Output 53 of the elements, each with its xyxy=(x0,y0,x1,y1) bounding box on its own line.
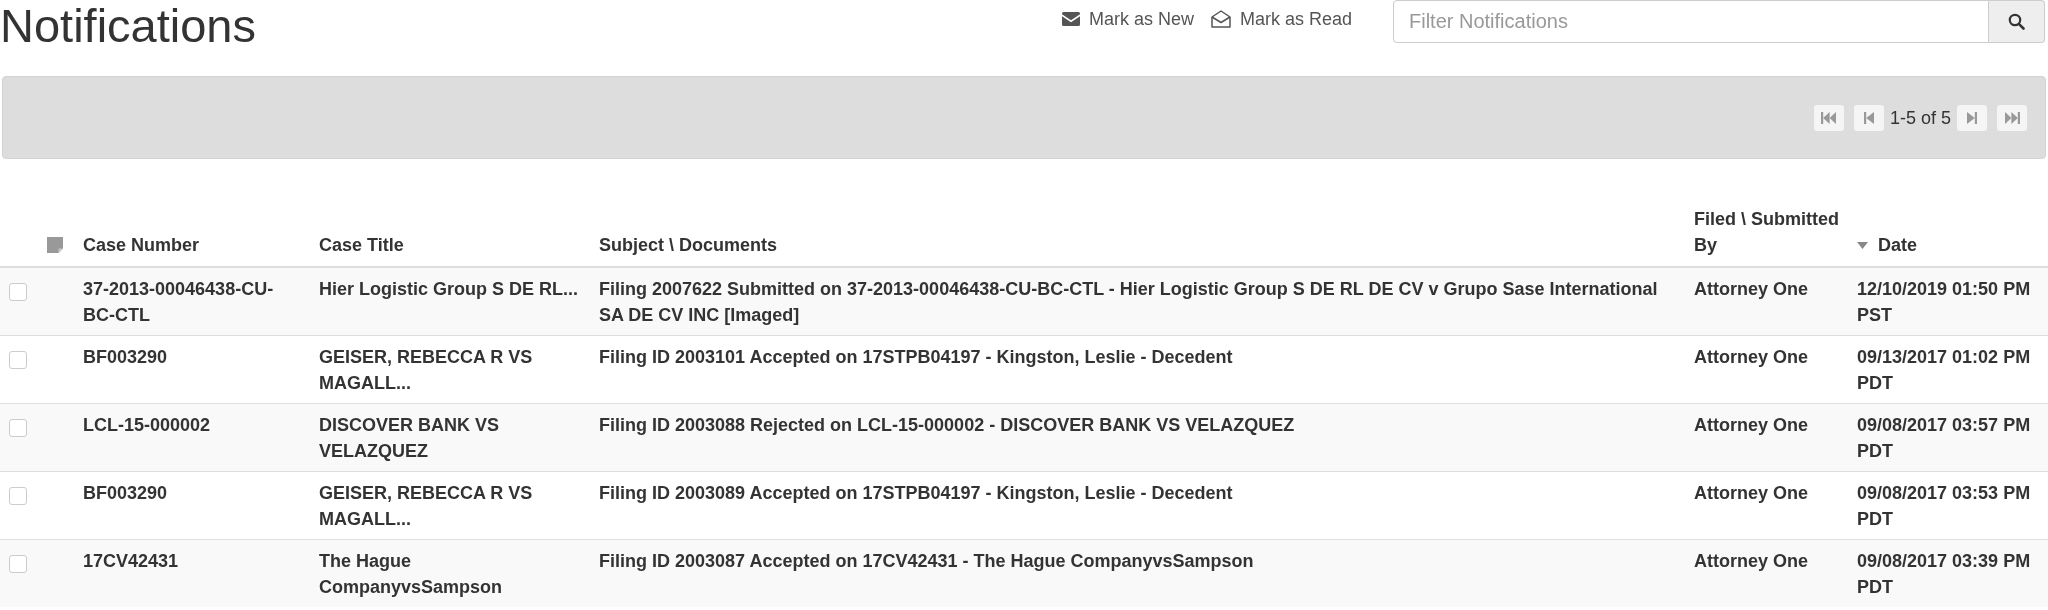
skip-end-icon xyxy=(2004,111,2020,124)
date-cell: 09/08/2017 03:53 PM PDT xyxy=(1849,471,2048,540)
date-cell: 09/08/2017 03:39 PM PDT xyxy=(1849,539,2048,607)
column-header[interactable]: Date xyxy=(1878,232,1917,258)
case-title-cell: GEISER, REBECCA R VS MAGALL... xyxy=(311,471,591,540)
subject-cell: Filing ID 2003088 Rejected on LCL-15-000002 - DISCOVER BANK VS VELAZQUEZ xyxy=(591,403,1686,472)
open-envelope-icon xyxy=(1210,10,1231,28)
next-page-button[interactable] xyxy=(1957,104,1987,131)
submitted-by-cell: Attorney One xyxy=(1686,539,1849,607)
date-cell: 09/13/2017 01:02 PM PDT xyxy=(1849,335,2048,404)
row-checkbox[interactable] xyxy=(9,419,27,437)
step-back-icon xyxy=(1863,111,1874,124)
last-page-button[interactable] xyxy=(1997,104,2027,131)
subject-cell: Filing ID 2003101 Accepted on 17STPB04197 - Kingston, Leslie - Decedent xyxy=(591,335,1686,404)
submitted-by-cell: Attorney One xyxy=(1686,335,1849,404)
envelope-icon xyxy=(1061,12,1080,26)
first-page-button[interactable] xyxy=(1813,104,1844,131)
case-title-cell: The Hague CompanyvsSampson xyxy=(311,539,591,607)
subject-cell: Filing ID 2003087 Accepted on 17CV42431 - The Hague CompanyvsSampson xyxy=(591,539,1686,607)
page-title: Notifications xyxy=(0,0,256,52)
search-button[interactable] xyxy=(1989,0,2045,43)
note-icon xyxy=(47,237,63,253)
subject-cell: Filing 2007622 Submitted on 37-2013-00046438-CU-BC-CTL - Hier Logistic Group S DE RL DE CV v Grupo Sase International SA DE CV INC [Imaged] xyxy=(591,267,1686,336)
mark-action-button[interactable]: Mark as Read xyxy=(1210,6,1352,32)
case-title-cell: GEISER, REBECCA R VS MAGALL... xyxy=(311,335,591,404)
mark-action-button[interactable]: Mark as New xyxy=(1061,6,1194,32)
submitted-by-cell: Attorney One xyxy=(1686,471,1849,540)
previous-page-button[interactable] xyxy=(1853,104,1884,131)
subject-cell: Filing ID 2003089 Accepted on 17STPB04197 - Kingston, Leslie - Decedent xyxy=(591,471,1686,540)
case-number-cell: BF003290 xyxy=(75,335,311,404)
page-range-text: 1-5 of 5 xyxy=(1889,106,1951,130)
case-number-cell: LCL-15-000002 xyxy=(75,403,311,472)
submitted-by-cell: Attorney One xyxy=(1686,403,1849,472)
search-icon xyxy=(2008,13,2025,30)
date-cell: 09/08/2017 03:57 PM PDT xyxy=(1849,403,2048,472)
column-header[interactable]: Case Number xyxy=(83,232,200,258)
column-header[interactable]: Subject \ Documents xyxy=(599,232,778,258)
row-checkbox[interactable] xyxy=(9,283,27,301)
case-number-cell: 17CV42431 xyxy=(75,539,311,607)
submitted-by-cell: Attorney One xyxy=(1686,267,1849,336)
step-forward-icon xyxy=(1967,111,1977,124)
row-checkbox[interactable] xyxy=(9,487,27,505)
case-number-cell: 37-2013-00046438-CU-BC-CTL xyxy=(75,267,311,336)
filter-field[interactable]: Filter Notifications xyxy=(1393,0,1989,43)
date-cell: 12/10/2019 01:50 PM PST xyxy=(1849,267,2048,336)
case-title-cell: Hier Logistic Group S DE RL... xyxy=(311,267,591,336)
skip-start-icon xyxy=(1821,111,1837,124)
row-checkbox[interactable] xyxy=(9,555,27,573)
case-number-cell: BF003290 xyxy=(75,471,311,540)
case-title-cell: DISCOVER BANK VS VELAZQUEZ xyxy=(311,403,591,472)
row-checkbox[interactable] xyxy=(9,351,27,369)
column-header[interactable]: Filed \ Submitted By xyxy=(1694,206,1845,258)
column-header[interactable]: Case Title xyxy=(319,232,404,258)
